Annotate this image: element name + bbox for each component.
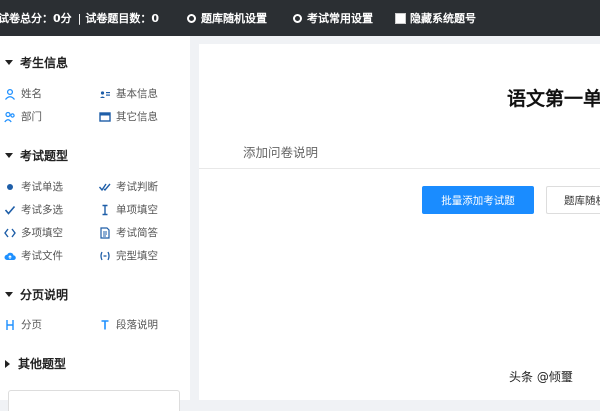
sidebar-item-file[interactable]: 考试文件 bbox=[4, 248, 63, 263]
sidebar-item-page-break[interactable]: 分页 bbox=[4, 317, 42, 332]
add-description-link[interactable]: 添加问卷说明 bbox=[243, 142, 318, 161]
double-check-icon bbox=[98, 181, 111, 193]
sidebar: 考生信息 姓名 基本信息 部门 其它信息 考试题型 考试单选 考试判断 考试多选… bbox=[0, 36, 190, 411]
section-pagination[interactable]: 分页说明 bbox=[5, 286, 68, 303]
common-settings-label: 考试常用设置 bbox=[307, 12, 374, 25]
person-icon bbox=[4, 88, 16, 100]
sidebar-item-true-false[interactable]: 考试判断 bbox=[98, 179, 158, 194]
checkbox-icon[interactable] bbox=[395, 12, 407, 24]
watermark: 头条 @倾璽 bbox=[509, 370, 573, 384]
bracket-dash-icon bbox=[99, 250, 111, 262]
text-cursor-icon bbox=[99, 204, 111, 216]
gear-icon bbox=[293, 13, 303, 23]
sidebar-item-name[interactable]: 姓名 bbox=[4, 86, 42, 101]
sidebar-item-department[interactable]: 部门 bbox=[4, 109, 42, 124]
divider bbox=[199, 168, 600, 169]
group-icon bbox=[4, 111, 16, 123]
hide-numbers-label: 隐藏系统题号 bbox=[410, 12, 477, 25]
common-settings-button[interactable]: 考试常用设置 bbox=[293, 10, 373, 26]
top-toolbar: 试卷总分：0分 | 试卷题目数：0 题库随机设置 考试常用设置 隐藏系统题号 bbox=[0, 0, 600, 36]
random-settings-button[interactable]: 题库随机设置 bbox=[187, 10, 267, 26]
caret-right-icon bbox=[5, 359, 10, 368]
dot-icon bbox=[4, 181, 16, 193]
section-exam-types[interactable]: 考试题型 bbox=[5, 147, 68, 164]
total-score: 试卷总分：0分 bbox=[0, 12, 72, 25]
gear-icon bbox=[187, 13, 197, 23]
document-icon bbox=[99, 226, 111, 239]
cloud-upload-icon bbox=[4, 250, 16, 262]
sidebar-bottom-button[interactable] bbox=[8, 390, 180, 411]
caret-down-icon bbox=[5, 153, 13, 158]
sidebar-item-other-info[interactable]: 其它信息 bbox=[99, 109, 158, 124]
caret-down-icon bbox=[5, 60, 13, 65]
batch-add-button[interactable]: 批量添加考试题 bbox=[422, 186, 534, 214]
sidebar-item-single-fill[interactable]: 单项填空 bbox=[99, 202, 158, 217]
sidebar-item-cloze[interactable]: 完型填空 bbox=[99, 248, 158, 263]
brackets-icon bbox=[4, 227, 16, 239]
separator: | bbox=[77, 11, 82, 25]
id-card-icon bbox=[99, 88, 111, 100]
sidebar-item-short-answer[interactable]: 考试简答 bbox=[99, 225, 158, 240]
window-icon bbox=[99, 111, 111, 123]
text-icon bbox=[99, 319, 111, 331]
page-title[interactable]: 语文第一单 bbox=[507, 84, 600, 111]
section-other-types[interactable]: 其他题型 bbox=[5, 355, 66, 372]
check-icon bbox=[4, 204, 16, 216]
sidebar-item-paragraph[interactable]: 段落说明 bbox=[99, 317, 158, 332]
sidebar-item-single-choice[interactable]: 考试单选 bbox=[4, 179, 63, 194]
section-candidate-info[interactable]: 考生信息 bbox=[5, 54, 68, 71]
question-count: 试卷题目数：0 bbox=[85, 12, 160, 25]
main-panel: 语文第一单 添加问卷说明 批量添加考试题 题库随机 bbox=[199, 44, 600, 400]
sidebar-item-basic-info[interactable]: 基本信息 bbox=[99, 86, 158, 101]
random-settings-label: 题库随机设置 bbox=[201, 12, 268, 25]
bank-random-button[interactable]: 题库随机 bbox=[546, 186, 600, 214]
caret-down-icon bbox=[5, 292, 13, 297]
hide-numbers-toggle[interactable]: 隐藏系统题号 bbox=[395, 10, 476, 26]
page-break-icon bbox=[4, 319, 16, 331]
sidebar-item-multi-fill[interactable]: 多项填空 bbox=[4, 225, 63, 240]
sidebar-item-multi-choice[interactable]: 考试多选 bbox=[4, 202, 63, 217]
